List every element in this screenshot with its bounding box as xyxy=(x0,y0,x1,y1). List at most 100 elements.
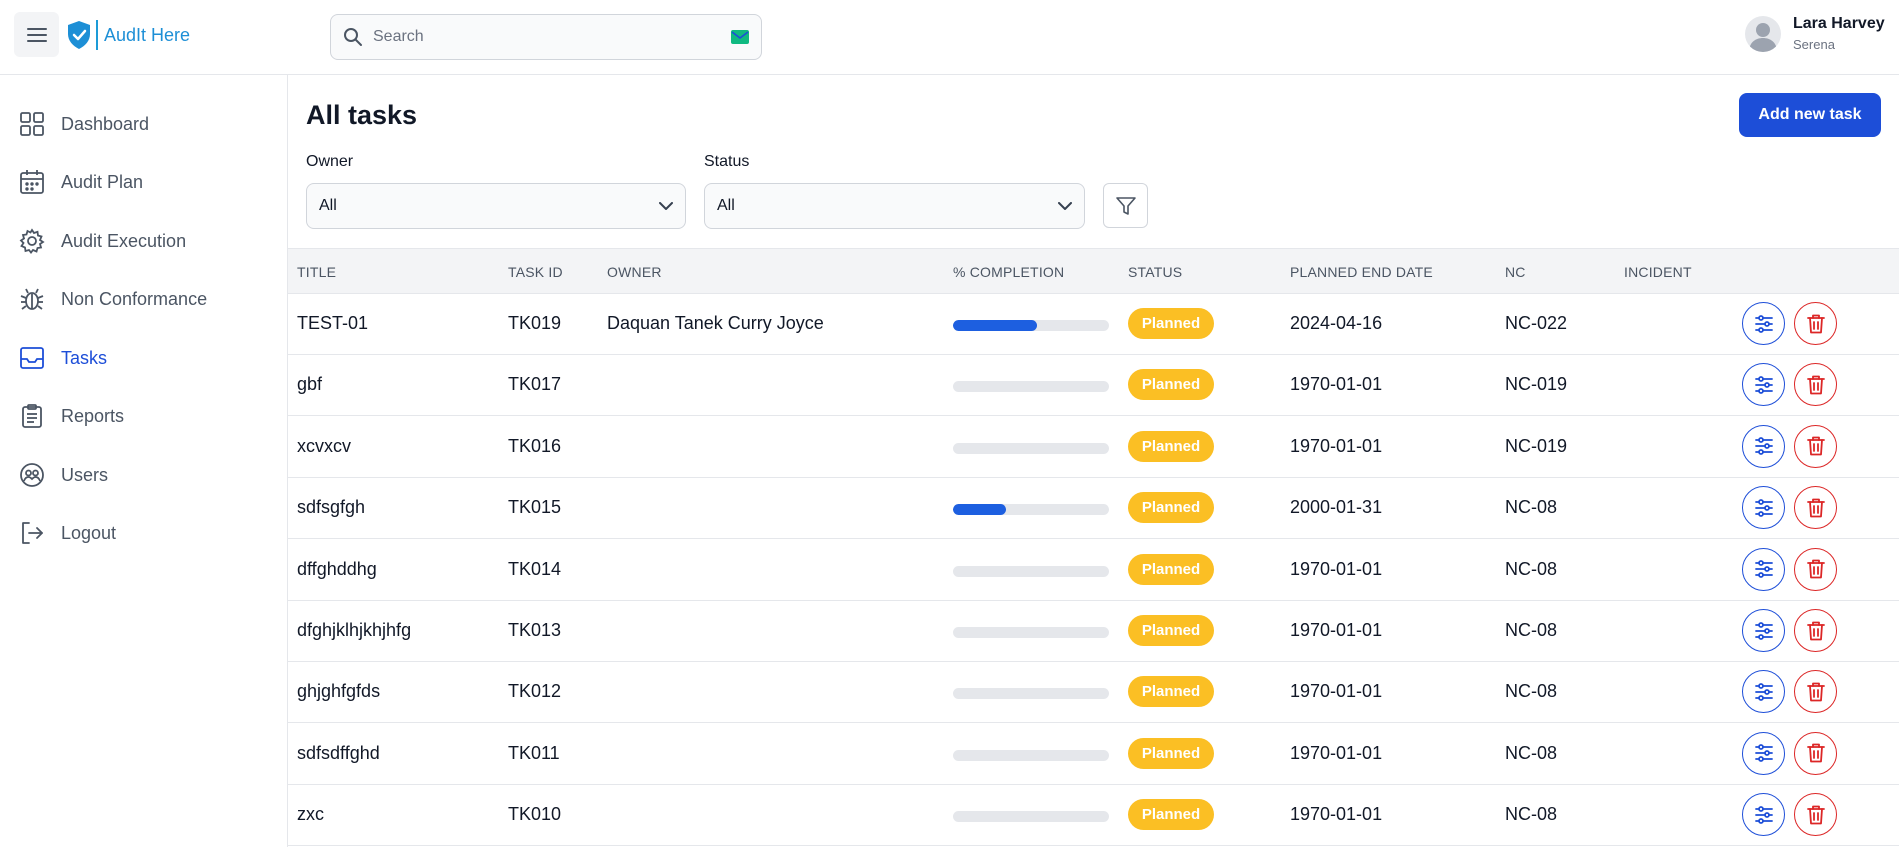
edit-task-button[interactable] xyxy=(1742,363,1785,407)
edit-task-button[interactable] xyxy=(1742,302,1785,345)
column-header-nc[interactable]: NC xyxy=(1505,264,1526,280)
delete-task-button[interactable] xyxy=(1794,486,1837,530)
nc-reference: NC-022 xyxy=(1505,313,1568,333)
sidebar-item-label: Logout xyxy=(61,522,117,543)
delete-task-button[interactable] xyxy=(1794,793,1837,837)
table-row[interactable]: gbf TK017 Planned 1970-01-01 NC-019 xyxy=(288,355,1899,417)
hamburger-icon xyxy=(26,27,47,42)
completion-progress-fill xyxy=(953,320,1038,331)
edit-task-button[interactable] xyxy=(1742,793,1785,837)
delete-task-button[interactable] xyxy=(1794,731,1837,775)
app-logo[interactable]: AudIt Here xyxy=(66,17,190,53)
task-id: TK015 xyxy=(508,497,562,518)
nc-reference: NC-019 xyxy=(1505,374,1568,395)
user-profile[interactable]: Lara Harvey Serena xyxy=(1745,14,1885,54)
delete-task-button[interactable] xyxy=(1794,670,1837,714)
table-row[interactable]: dfghjklhjkhjhfg TK013 Planned 1970-01-01 NC-… xyxy=(288,601,1899,662)
column-header-owner[interactable]: OWNER xyxy=(607,264,662,280)
completion-progress-bar xyxy=(953,688,1109,700)
task-title[interactable]: TEST-01 xyxy=(297,313,368,334)
trash-icon xyxy=(1806,743,1825,763)
task-title[interactable]: dffghddhg xyxy=(297,559,377,580)
delete-task-button[interactable] xyxy=(1794,302,1837,345)
nc-reference: NC-08 xyxy=(1505,620,1558,640)
delete-task-button[interactable] xyxy=(1794,609,1837,652)
sidebar-item-audit-plan[interactable]: Audit Plan xyxy=(18,166,143,198)
table-row[interactable]: xcvxcv TK016 Planned 1970-01-01 NC-019 xyxy=(288,416,1899,478)
sidebar-item-non-conformance[interactable]: Non Conformance xyxy=(18,283,207,315)
column-header-status[interactable]: STATUS xyxy=(1128,264,1182,280)
status-badge: Planned xyxy=(1128,553,1214,585)
avatar xyxy=(1745,16,1781,52)
task-id: TK016 xyxy=(508,435,562,456)
task-id: TK011 xyxy=(508,742,560,763)
sliders-icon xyxy=(1754,314,1773,333)
task-title[interactable]: dfghjklhjkhjhfg xyxy=(297,620,411,641)
planned-end-date: 2024-04-16 xyxy=(1290,313,1383,333)
app-logo-text: AudIt Here xyxy=(104,24,191,45)
sidebar-item-label: Non Conformance xyxy=(61,288,208,309)
table-row[interactable]: dffghddhg TK014 Planned 1970-01-01 NC-08 xyxy=(288,539,1899,601)
mail-icon[interactable] xyxy=(731,30,749,44)
completion-progress-bar xyxy=(953,749,1109,761)
sidebar-item-tasks[interactable]: Tasks xyxy=(18,342,107,374)
column-header-incident[interactable]: INCIDENT xyxy=(1624,264,1692,280)
status-badge: Planned xyxy=(1128,369,1214,401)
logo-divider xyxy=(96,20,98,50)
nc-reference: NC-019 xyxy=(1505,435,1568,456)
sidebar: Dashboard Audit Plan Audit Execution Non… xyxy=(0,75,288,847)
delete-task-button[interactable] xyxy=(1794,424,1837,468)
menu-toggle-button[interactable] xyxy=(14,12,59,57)
sidebar-item-reports[interactable]: Reports xyxy=(18,400,124,432)
status-badge: Planned xyxy=(1128,615,1214,646)
search-input[interactable] xyxy=(373,28,731,46)
task-title[interactable]: xcvxcv xyxy=(297,436,351,457)
edit-task-button[interactable] xyxy=(1742,486,1785,530)
task-title[interactable]: zxc xyxy=(297,804,324,825)
task-id: TK010 xyxy=(508,804,562,825)
filter-button[interactable] xyxy=(1103,183,1148,228)
edit-task-button[interactable] xyxy=(1742,424,1785,468)
table-row[interactable]: zxc TK010 Planned 1970-01-01 NC-08 xyxy=(288,785,1899,847)
owner-filter-label: Owner xyxy=(306,153,354,170)
top-bar: AudIt Here Lara Harvey Serena xyxy=(0,0,1899,75)
sidebar-item-audit-execution[interactable]: Audit Execution xyxy=(18,225,186,257)
search-bar[interactable] xyxy=(330,14,762,60)
column-header-planned-end-date[interactable]: PLANNED END DATE xyxy=(1290,264,1433,280)
column-header-task-id[interactable]: TASK ID xyxy=(508,264,563,280)
nc-reference: NC-08 xyxy=(1505,558,1558,579)
column-header-completion[interactable]: % COMPLETION xyxy=(953,264,1064,280)
sidebar-item-label: Users xyxy=(61,464,109,485)
sidebar-item-dashboard[interactable]: Dashboard xyxy=(18,108,149,140)
status-select[interactable]: All xyxy=(704,183,1085,229)
edit-task-button[interactable] xyxy=(1742,731,1785,775)
page-title: All tasks xyxy=(306,100,418,130)
edit-task-button[interactable] xyxy=(1742,609,1785,652)
task-title[interactable]: gbf xyxy=(297,374,322,395)
sliders-icon xyxy=(1754,375,1773,394)
delete-task-button[interactable] xyxy=(1794,363,1837,407)
sliders-icon xyxy=(1754,805,1773,824)
owner-select-value: All xyxy=(319,197,337,214)
task-title[interactable]: sdfsgfgh xyxy=(297,497,365,518)
status-badge: Planned xyxy=(1128,492,1214,524)
owner-select[interactable]: All xyxy=(306,183,686,229)
task-title[interactable]: sdfsdffghd xyxy=(297,743,380,764)
task-title[interactable]: ghjghfgfds xyxy=(297,681,380,702)
edit-task-button[interactable] xyxy=(1742,547,1785,591)
planned-end-date: 1970-01-01 xyxy=(1290,374,1383,395)
table-row[interactable]: sdfsdffghd TK011 Planned 1970-01-01 NC-08 xyxy=(288,723,1899,785)
completion-progress-bar xyxy=(953,504,1109,516)
completion-progress-bar xyxy=(953,381,1109,393)
trash-icon xyxy=(1806,682,1825,702)
table-row[interactable]: ghjghfgfds TK012 Planned 1970-01-01 NC-08 xyxy=(288,662,1899,724)
delete-task-button[interactable] xyxy=(1794,547,1837,591)
add-new-task-button[interactable]: Add new task xyxy=(1739,93,1881,137)
sidebar-item-users[interactable]: Users xyxy=(18,459,108,491)
column-header-title[interactable]: TITLE xyxy=(297,264,336,280)
edit-task-button[interactable] xyxy=(1742,670,1785,714)
table-row[interactable]: sdfsgfgh TK015 Planned 2000-01-31 NC-08 xyxy=(288,478,1899,540)
table-row[interactable]: TEST-01 TK019 Daquan Tanek Curry Joyce Plan… xyxy=(288,294,1899,355)
inbox-icon xyxy=(18,344,46,372)
sidebar-item-logout[interactable]: Logout xyxy=(18,517,116,549)
